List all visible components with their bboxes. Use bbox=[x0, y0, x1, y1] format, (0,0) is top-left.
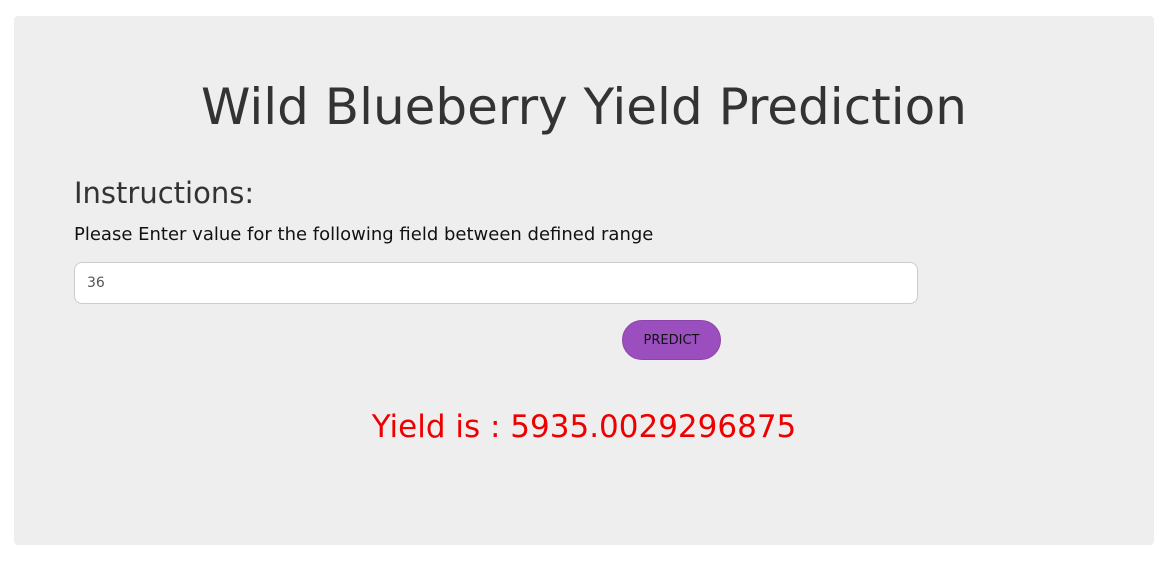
predict-button[interactable]: PREDICT bbox=[622, 320, 721, 360]
page-title: Wild Blueberry Yield Prediction bbox=[201, 78, 967, 136]
instructions-heading: Instructions: bbox=[74, 176, 255, 210]
yield-result: Yield is : 5935.0029296875 bbox=[371, 409, 797, 445]
instructions-text: Please Enter value for the following fie… bbox=[74, 224, 654, 245]
prediction-card: Wild Blueberry Yield Prediction Instruct… bbox=[14, 16, 1154, 545]
value-input[interactable] bbox=[74, 262, 918, 304]
